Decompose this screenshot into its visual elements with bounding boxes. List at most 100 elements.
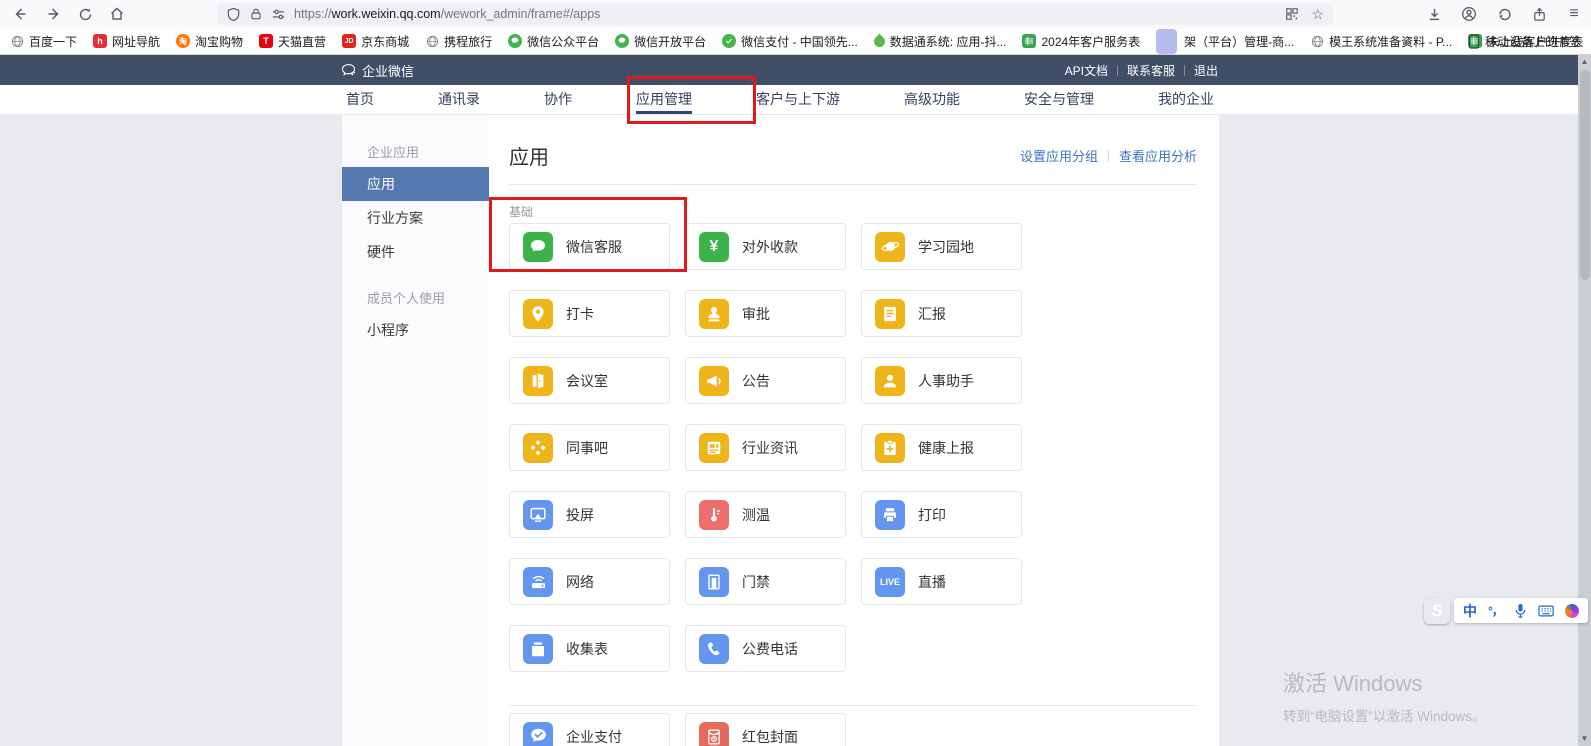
page-scrollbar[interactable]: ▲ ▼ [1578, 55, 1591, 746]
app-card[interactable]: 公告 [685, 357, 846, 404]
bookmark-item[interactable]: 2024年客户服务表 [1022, 33, 1140, 50]
rosette-icon [523, 433, 553, 463]
app-name: 行业资讯 [742, 438, 798, 458]
qr-code-icon[interactable] [1285, 7, 1299, 21]
app-name: 审批 [742, 304, 770, 324]
menu-icon[interactable]: ≡ [1565, 5, 1583, 23]
app-card[interactable]: 测温 [685, 491, 846, 538]
bookmark-item[interactable]: 数据通系统: 应用-抖... [874, 33, 1007, 50]
sidebar-item[interactable]: 硬件 [342, 235, 489, 269]
ime-toolbar: S 中 °， [1424, 597, 1588, 624]
ime-skin-icon[interactable] [1565, 604, 1579, 618]
bookmark-item[interactable]: 模王系统准备资料 - P... [1310, 33, 1452, 50]
app-card[interactable]: 同事吧 [509, 424, 670, 471]
nav-tab[interactable]: 首页 [340, 85, 380, 114]
bookmark-item[interactable]: 微信开放平台 [615, 33, 706, 50]
app-card[interactable]: 人事助手 [861, 357, 1022, 404]
ime-mode-toggle[interactable]: 中 [1463, 601, 1477, 621]
app-card[interactable]: 企业支付 [509, 713, 670, 746]
app-card[interactable]: 学习园地 [861, 223, 1022, 270]
sidebar-item[interactable]: 应用 [342, 167, 489, 201]
header-link[interactable]: API文档 [1065, 62, 1108, 79]
lock-icon[interactable] [249, 7, 263, 21]
app-card[interactable]: 打印 [861, 491, 1022, 538]
bookmark-item[interactable]: 架（平台）管理-商... [1156, 29, 1294, 54]
app-card[interactable]: 红包封面 [685, 713, 846, 746]
printer-icon [875, 500, 905, 530]
shield-icon[interactable] [226, 7, 241, 22]
forward-icon[interactable] [44, 5, 62, 23]
wework-brand[interactable]: 企业微信 [340, 55, 414, 85]
door-open-icon [523, 366, 553, 396]
scroll-up-icon[interactable]: ▲ [1578, 55, 1591, 69]
bookmark-item[interactable]: 微信公众平台 [508, 33, 599, 50]
app-card[interactable]: 健康上报 [861, 424, 1022, 471]
thermometer-icon [699, 500, 729, 530]
address-bar[interactable]: https://work.weixin.qq.com/wework_admin/… [217, 3, 1333, 25]
app-card[interactable]: ¥对外收款 [685, 223, 846, 270]
sidebar-item[interactable]: 行业方案 [342, 201, 489, 235]
app-card[interactable]: 网络 [509, 558, 670, 605]
app-name: 收集表 [566, 639, 608, 659]
bookmark-item[interactable]: 微信支付 - 中国领先... [722, 33, 858, 50]
cast-icon [523, 500, 553, 530]
back-icon[interactable] [12, 5, 30, 23]
app-card[interactable]: 门禁 [685, 558, 846, 605]
divider [509, 184, 1197, 185]
bookmark-item[interactable]: T天猫直营 [259, 33, 326, 50]
mobile-bookmarks-folder[interactable]: 移动设备上的书签 [1468, 33, 1581, 50]
set-app-groups-link[interactable]: 设置应用分组 [1020, 146, 1098, 165]
app-card[interactable]: 打卡 [509, 290, 670, 337]
history-restore-icon[interactable] [1495, 5, 1513, 23]
header-links: API文档 联系客服 退出 [1065, 55, 1218, 85]
bookmarks-overflow-icon[interactable]: » [1403, 33, 1411, 49]
keyboard-icon[interactable] [1538, 605, 1554, 617]
ime-punctuation-toggle[interactable]: °， [1488, 602, 1503, 619]
home-icon[interactable] [108, 5, 126, 23]
app-name: 学习园地 [918, 237, 974, 257]
app-name: 人事助手 [918, 371, 974, 391]
scroll-down-icon[interactable]: ▼ [1578, 732, 1591, 746]
view-app-analytics-link[interactable]: 查看应用分析 [1119, 146, 1197, 165]
nav-tab[interactable]: 我的企业 [1152, 85, 1220, 114]
microphone-icon[interactable] [1514, 603, 1527, 618]
url-text[interactable]: https://work.weixin.qq.com/wework_admin/… [294, 7, 600, 21]
nav-tab[interactable]: 客户与上下游 [750, 85, 846, 114]
permissions-icon[interactable] [271, 7, 286, 22]
downloads-icon[interactable] [1425, 5, 1443, 23]
nav-tab[interactable]: 应用管理 [630, 85, 698, 114]
app-card[interactable]: 会议室 [509, 357, 670, 404]
live-icon: LIVE [875, 567, 905, 597]
bookmark-label: 淘宝购物 [195, 33, 243, 50]
bookmark-item[interactable]: 淘淘宝购物 [176, 33, 243, 50]
bookmark-item[interactable]: 携程旅行 [425, 33, 492, 50]
bookmark-item[interactable]: JD京东商城 [342, 33, 409, 50]
app-name: 投屏 [566, 505, 594, 525]
bookmark-star-icon[interactable]: ☆ [1311, 6, 1324, 23]
reload-icon[interactable] [76, 5, 94, 23]
app-card[interactable]: 微信客服 [509, 223, 670, 270]
wework-logo-icon [340, 62, 357, 79]
account-icon[interactable] [1460, 5, 1478, 23]
bookmark-item[interactable]: h网址导航 [93, 33, 160, 50]
globe-favicon-icon [425, 34, 439, 48]
sidebar-item[interactable]: 小程序 [342, 313, 489, 347]
app-card[interactable]: 行业资讯 [685, 424, 846, 471]
nav-tab[interactable]: 高级功能 [898, 85, 966, 114]
header-link[interactable]: 联系客服 [1127, 62, 1175, 79]
nav-tab[interactable]: 通讯录 [432, 85, 486, 114]
app-card[interactable]: 收集表 [509, 625, 670, 672]
header-link[interactable]: 退出 [1194, 62, 1218, 79]
app-name: 打卡 [566, 304, 594, 324]
app-card[interactable]: 审批 [685, 290, 846, 337]
scroll-thumb[interactable] [1580, 70, 1590, 280]
nav-tab[interactable]: 安全与管理 [1018, 85, 1100, 114]
nav-tab[interactable]: 协作 [538, 85, 578, 114]
bookmark-item[interactable]: 百度一下 [10, 33, 77, 50]
app-card[interactable]: LIVE直播 [861, 558, 1022, 605]
share-icon[interactable] [1530, 5, 1548, 23]
app-card[interactable]: 公费电话 [685, 625, 846, 672]
app-card[interactable]: 投屏 [509, 491, 670, 538]
app-card[interactable]: 汇报 [861, 290, 1022, 337]
sogou-logo-icon[interactable]: S [1424, 598, 1450, 624]
